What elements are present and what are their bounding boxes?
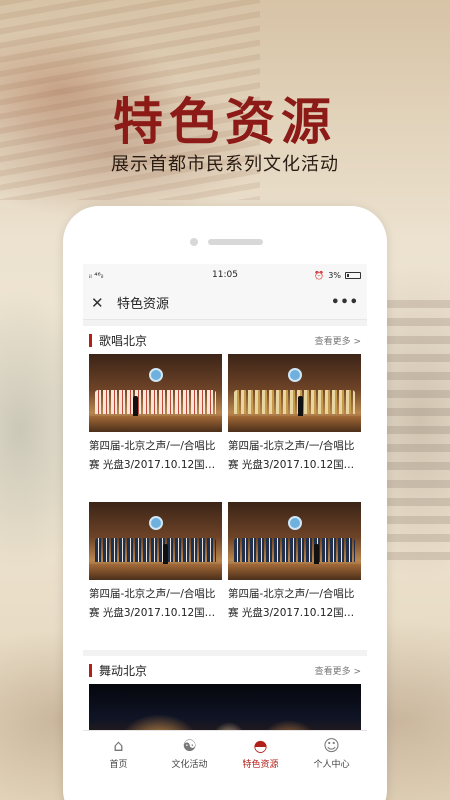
video-thumbnail[interactable] [89,354,222,432]
phone-camera [190,238,198,246]
tab-featured-resources[interactable]: ◓ 特色资源 [225,731,296,774]
stage-logo-icon [287,516,302,530]
battery-icon [345,271,361,279]
video-thumbnail[interactable] [228,354,361,432]
view-more-link[interactable]: 查看更多 > [315,334,361,347]
view-more-link[interactable]: 查看更多 > [315,664,361,677]
stage-floor [228,564,361,580]
activity-icon: ☯ [182,736,197,755]
phone-frame: ᵢₗ ⁴⁶ᵢₗ 11:05 ⏰ 3% ✕ 特色资源 ••• 歌唱北京 查看更多 … [63,206,387,800]
video-title[interactable]: 第四届-北京之声/一/合唱比赛 光盘3/2017.10.12国… [89,437,222,475]
status-time: 11:05 [212,270,238,280]
more-menu-button[interactable]: ••• [331,295,359,310]
status-bar: ᵢₗ ⁴⁶ᵢₗ 11:05 ⏰ 3% [83,264,367,286]
choir-figures [234,390,355,414]
video-grid: 第四届-北京之声/一/合唱比赛 光盘3/2017.10.12国… 第四届-北京之… [89,354,361,650]
tab-label: 首页 [109,760,128,770]
nav-bar: ✕ 特色资源 ••• [83,286,367,320]
section-singing-beijing: 歌唱北京 查看更多 > 第四届-北京之声/一/合唱比赛 光盘3/2017.10.… [83,326,367,650]
stage-floor [89,416,222,432]
promo-headline: 特色资源 [113,92,337,151]
app-screen: ᵢₗ ⁴⁶ᵢₗ 11:05 ⏰ 3% ✕ 特色资源 ••• 歌唱北京 查看更多 … [83,264,367,774]
tab-label: 个人中心 [313,760,350,770]
video-thumbnail[interactable] [89,502,222,580]
section-header: 歌唱北京 查看更多 > [89,326,361,354]
video-title[interactable]: 第四届-北京之声/一/合唱比赛 光盘3/2017.10.12国… [89,585,222,623]
tab-user-center[interactable]: ☺ 个人中心 [296,731,367,774]
temple-decoration [380,300,450,560]
tab-label: 特色资源 [242,760,279,770]
stage-logo-icon [148,516,163,530]
section-accent-bar [89,663,92,677]
close-icon[interactable]: ✕ [91,294,111,312]
video-card[interactable]: 第四届-北京之声/一/合唱比赛 光盘3/2017.10.12国… [89,502,222,650]
promo-subline: 展示首都市民系列文化活动 [111,154,339,175]
section-title: 歌唱北京 [99,333,148,348]
phone-speaker [208,239,263,245]
video-card[interactable]: 第四届-北京之声/一/合唱比赛 光盘3/2017.10.12国… [89,354,222,502]
home-icon: ⌂ [113,736,124,755]
stage-logo-icon [287,368,302,382]
video-title[interactable]: 第四届-北京之声/一/合唱比赛 光盘3/2017.10.12国… [228,437,361,475]
tab-label: 文化活动 [171,760,208,770]
choir-figures [95,390,216,414]
choir-figures [234,538,355,562]
tab-cultural-activities[interactable]: ☯ 文化活动 [154,731,225,774]
section-header: 舞动北京 查看更多 > [89,656,361,684]
section-accent-bar [89,333,92,347]
stage-logo-icon [148,368,163,382]
nav-title: 特色资源 [117,297,170,312]
choir-figures [95,538,216,562]
video-thumbnail[interactable] [228,502,361,580]
tab-home[interactable]: ⌂ 首页 [83,731,154,774]
section-title: 舞动北京 [99,663,148,678]
video-card[interactable]: 第四届-北京之声/一/合唱比赛 光盘3/2017.10.12国… [228,502,361,650]
video-card[interactable]: 第四届-北京之声/一/合唱比赛 光盘3/2017.10.12国… [228,354,361,502]
stage-floor [89,564,222,580]
fan-icon: ◓ [253,736,268,755]
stage-floor [228,416,361,432]
video-title[interactable]: 第四届-北京之声/一/合唱比赛 光盘3/2017.10.12国… [228,585,361,623]
user-icon: ☺ [323,736,340,755]
tab-bar: ⌂ 首页 ☯ 文化活动 ◓ 特色资源 ☺ 个人中心 [83,730,367,774]
